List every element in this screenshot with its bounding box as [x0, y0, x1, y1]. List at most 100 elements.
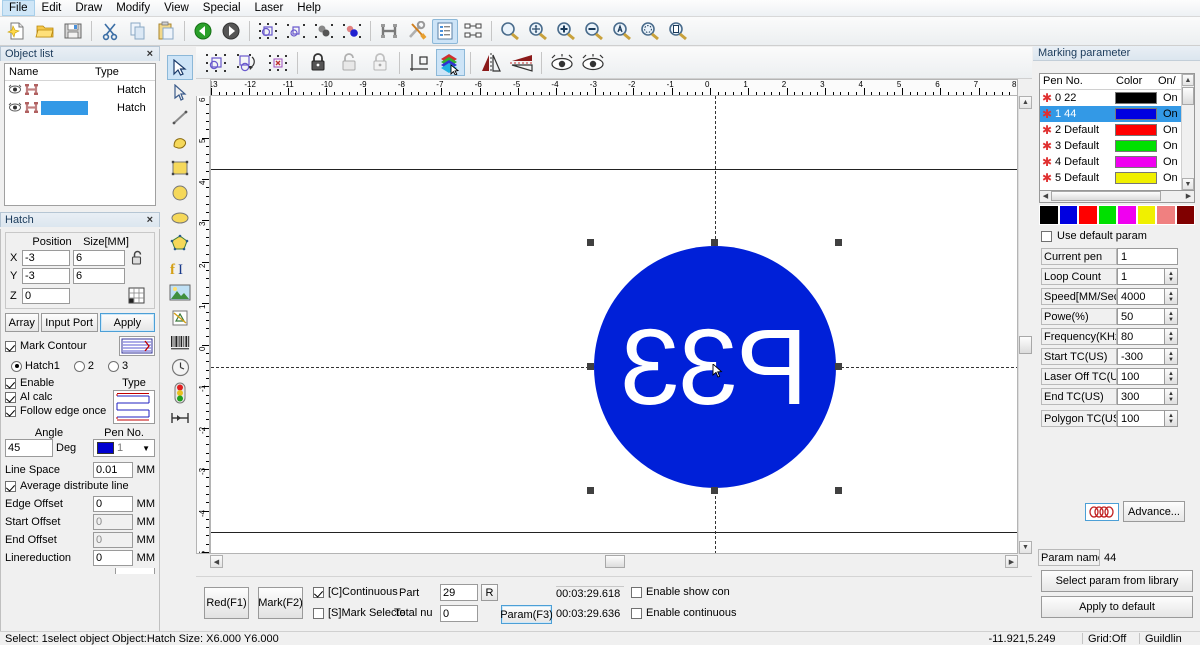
follow-edge-checkbox[interactable] — [5, 405, 16, 417]
copy-icon[interactable] — [125, 19, 151, 44]
red-button[interactable]: Red(F1) — [204, 587, 249, 619]
mark-contour-checkbox[interactable] — [5, 340, 16, 352]
loop-count-spinner[interactable]: ▲ ▼ — [1165, 268, 1178, 285]
scroll-left-arrow[interactable]: ◀ — [1040, 191, 1051, 201]
line-space-field[interactable] — [93, 462, 133, 478]
save-file-icon[interactable] — [60, 19, 86, 44]
close-icon[interactable]: × — [145, 48, 155, 60]
reset-button[interactable]: R — [481, 584, 498, 601]
vscroll-thumb[interactable] — [1019, 336, 1032, 354]
zoom-in-icon[interactable] — [553, 19, 579, 44]
object-list-box[interactable]: Name Type Hatch Hatch — [4, 63, 156, 206]
pen-list-row[interactable]: ✱ 5 Default On — [1040, 170, 1194, 186]
show-all-icon[interactable] — [547, 49, 576, 76]
selection-handle[interactable] — [587, 487, 594, 494]
chevron-down-icon[interactable]: ▼ — [142, 444, 154, 453]
delete-nodes-icon[interactable] — [263, 49, 292, 76]
menu-draw[interactable]: Draw — [68, 0, 109, 16]
swatch-salmon[interactable] — [1156, 205, 1176, 225]
visibility-eye-icon[interactable] — [8, 102, 22, 114]
start-tc-spinner[interactable]: ▲ ▼ — [1165, 348, 1178, 365]
swatch-blue[interactable] — [1058, 205, 1078, 225]
select-param-from-library-button[interactable]: Select param from library — [1041, 570, 1193, 592]
traffic-light-icon[interactable] — [167, 380, 193, 405]
hatch2-radio[interactable] — [73, 360, 85, 372]
pen-list-row[interactable]: ✱ 1 44 On — [1040, 106, 1194, 122]
ungroup-icon[interactable] — [283, 19, 309, 44]
wobble-rings-icon[interactable] — [1085, 502, 1119, 521]
zoom-extents-icon[interactable] — [525, 19, 551, 44]
align-nodes-icon[interactable] — [201, 49, 230, 76]
drawing-canvas[interactable]: P33 — [210, 96, 1018, 554]
power-value[interactable]: 50 — [1117, 308, 1165, 325]
enable-continuous-checkbox[interactable] — [631, 607, 642, 619]
color-layers-icon[interactable] — [436, 49, 465, 76]
swatch-magenta[interactable] — [1117, 205, 1137, 225]
enable-show-con-checkbox[interactable] — [631, 586, 642, 598]
pen-color-swatch[interactable] — [1115, 108, 1157, 120]
total-count-field[interactable] — [440, 605, 478, 622]
tree-icon[interactable] — [460, 19, 486, 44]
mark-button[interactable]: Mark(F2) — [258, 587, 303, 619]
apply-to-default-button[interactable]: Apply to default — [1041, 596, 1193, 618]
selection-handle[interactable] — [711, 239, 718, 246]
start-tc-value[interactable]: -300 — [1117, 348, 1165, 365]
end-offset-field[interactable] — [93, 532, 133, 548]
swatch-red[interactable] — [1078, 205, 1098, 225]
scroll-down-arrow[interactable]: ▼ — [1019, 541, 1032, 554]
transform-icon[interactable] — [232, 49, 261, 76]
circle-tool-icon[interactable] — [167, 180, 193, 205]
line-tool-icon[interactable] — [167, 105, 193, 130]
menu-help[interactable]: Help — [290, 0, 328, 16]
selection-handle[interactable] — [835, 363, 842, 370]
laser-off-tc-spinner[interactable]: ▲ ▼ — [1165, 368, 1178, 385]
rectangle-tool-icon[interactable] — [167, 155, 193, 180]
group-icon[interactable] — [255, 19, 281, 44]
padlock-open-icon[interactable] — [129, 249, 146, 266]
cut-icon[interactable] — [97, 19, 123, 44]
hide-icon[interactable] — [578, 49, 607, 76]
pen-color-swatch[interactable] — [1115, 172, 1157, 184]
laser-off-tc-value[interactable]: 100 — [1117, 368, 1165, 385]
hatch3-radio[interactable] — [107, 360, 119, 372]
pen-color-swatch[interactable] — [1115, 156, 1157, 168]
redo-icon[interactable] — [218, 19, 244, 44]
frequency-spinner[interactable]: ▲ ▼ — [1165, 328, 1178, 345]
zoom-page-icon[interactable] — [665, 19, 691, 44]
vector-file-tool-icon[interactable] — [167, 305, 193, 330]
pen-list-row[interactable]: ✱ 4 Default On — [1040, 154, 1194, 170]
size-y-field[interactable] — [73, 268, 125, 284]
scroll-up-arrow[interactable]: ▲ — [1019, 96, 1032, 109]
advance-button[interactable]: Advance... — [1123, 501, 1185, 522]
param-button[interactable]: Param(F3) — [500, 605, 553, 624]
selection-handle[interactable] — [835, 239, 842, 246]
polygon-tc-value[interactable]: 100 — [1117, 410, 1165, 427]
input-port-button[interactable]: Input Port — [40, 313, 98, 332]
power-spinner[interactable]: ▲ ▼ — [1165, 308, 1178, 325]
pen-list-row[interactable]: ✱ 3 Default On — [1040, 138, 1194, 154]
ellipse-tool-icon[interactable] — [167, 205, 193, 230]
scroll-right-arrow[interactable]: ▶ — [1005, 555, 1018, 568]
lock-closed-icon[interactable] — [303, 49, 332, 76]
hatch1-radio[interactable] — [11, 360, 22, 372]
start-offset-field[interactable] — [93, 514, 133, 530]
mark-select-checkbox[interactable] — [313, 607, 324, 619]
position-z-field[interactable] — [22, 287, 70, 304]
pen-list-hscrollbar[interactable]: ◀ ▶ — [1039, 191, 1195, 203]
pen-list-row[interactable]: ✱ 0 22 On — [1040, 90, 1194, 106]
swatch-darkred[interactable] — [1175, 205, 1195, 225]
swatch-black[interactable] — [1039, 205, 1059, 225]
pen-list-vscrollbar[interactable]: ▲ ▼ — [1181, 74, 1194, 190]
canvas-hscrollbar[interactable]: ◀ ▶ — [210, 555, 1018, 569]
vertical-ruler[interactable]: 6 5 4 3 2 1 0 -1 -2 -3 -4 -5 — [196, 96, 210, 554]
menu-laser[interactable]: Laser — [248, 0, 291, 16]
settings-icon[interactable] — [404, 19, 430, 44]
close-icon[interactable]: × — [145, 214, 155, 226]
anchor-grid-icon[interactable] — [127, 286, 146, 305]
pen-list-row[interactable]: ✱ 2 Default On — [1040, 122, 1194, 138]
selection-handle[interactable] — [711, 487, 718, 494]
position-y-field[interactable] — [22, 268, 70, 284]
edge-offset-field[interactable] — [93, 496, 133, 512]
use-default-param-checkbox[interactable] — [1041, 230, 1052, 242]
end-tc-spinner[interactable]: ▲ ▼ — [1165, 388, 1178, 405]
